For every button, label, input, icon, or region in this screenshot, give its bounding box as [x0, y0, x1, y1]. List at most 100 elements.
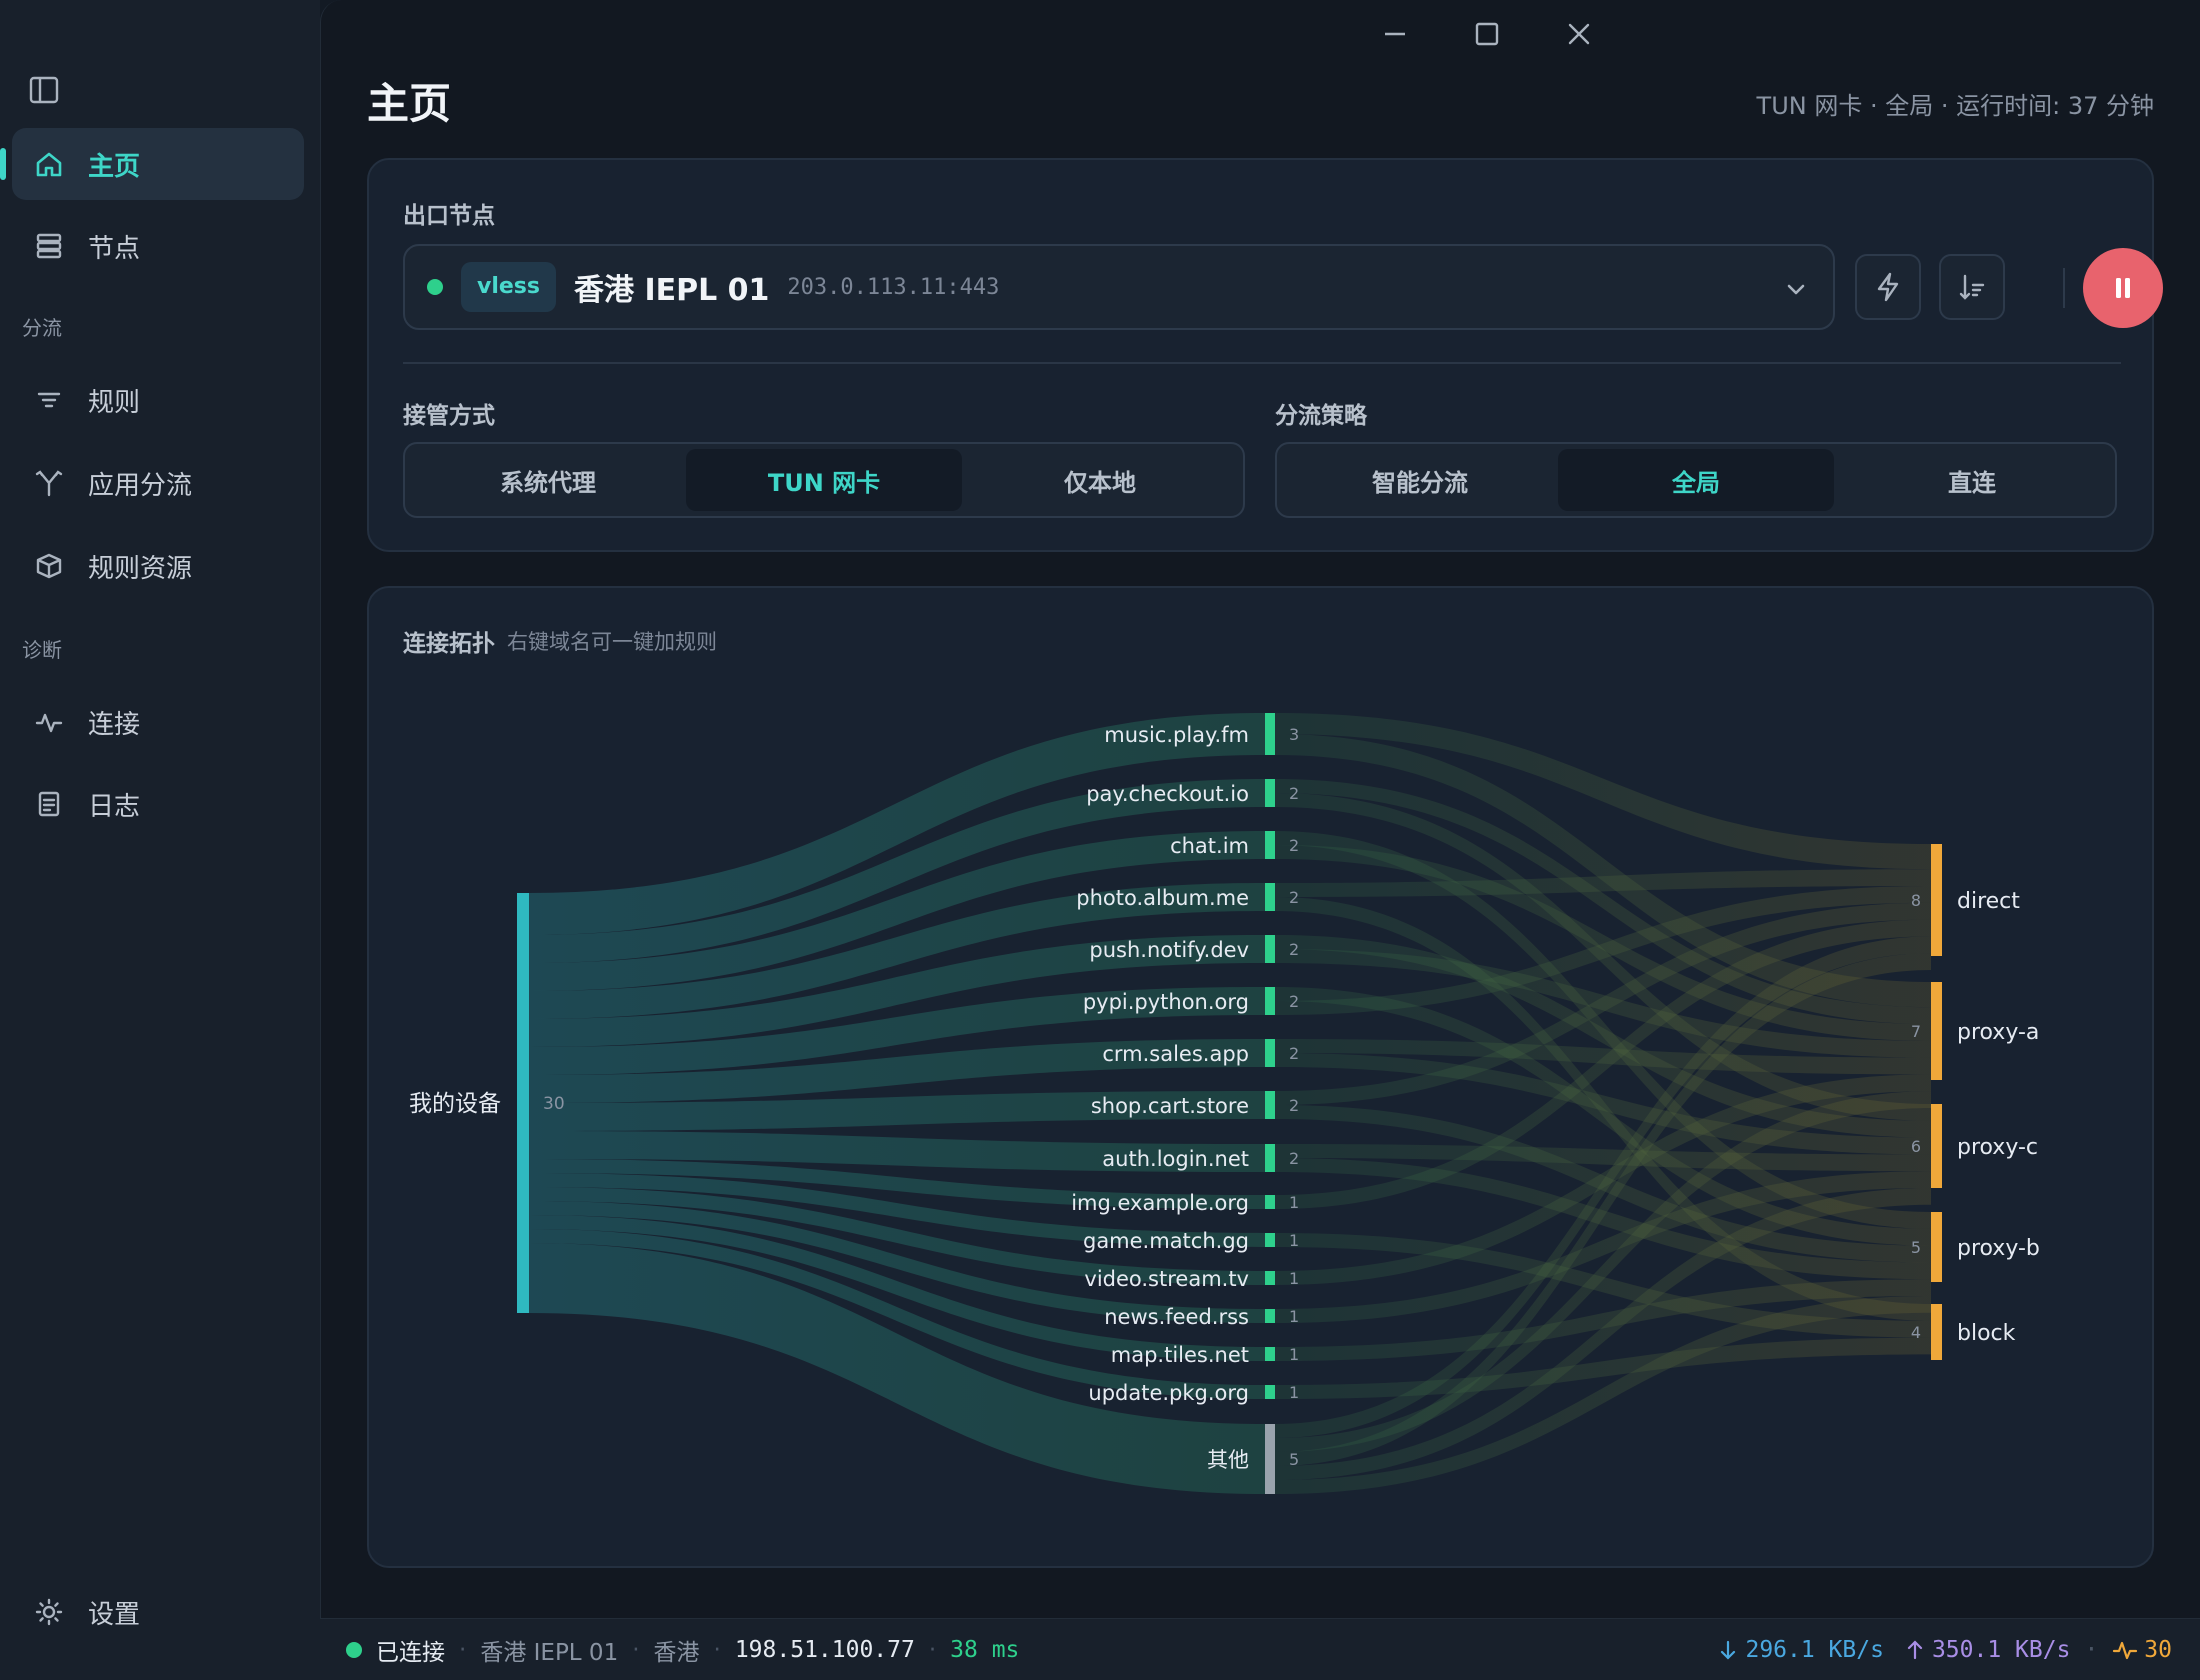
protocol-badge: vless — [461, 262, 556, 312]
sidebar-item-label: 应用分流 — [88, 470, 193, 501]
minimize-icon[interactable] — [1375, 14, 1415, 54]
runtime-status: TUN 网卡 · 全局 · 运行时间: 37 分钟 — [1756, 92, 2154, 120]
domain-node-count: 2 — [1289, 992, 1299, 1011]
domain-node-label: img.example.org — [1071, 1191, 1249, 1215]
domain-node-count: 1 — [1289, 1383, 1299, 1402]
pause-icon — [2116, 278, 2130, 298]
sidebar-section-split: 分流 — [22, 316, 62, 340]
domain-node-count: 1 — [1289, 1193, 1299, 1212]
sidebar-item-label: 规则 — [88, 387, 141, 418]
domain-node-label: pypi.python.org — [1083, 990, 1249, 1014]
connection-count: 30 — [2144, 1636, 2172, 1663]
close-icon[interactable] — [1559, 14, 1599, 54]
strategy-option-smart[interactable]: 智能分流 — [1282, 449, 1558, 511]
domain-node-bar — [1265, 1195, 1275, 1209]
server-icon — [36, 233, 62, 259]
takeover-option-system-proxy[interactable]: 系统代理 — [410, 449, 686, 511]
sidebar-item-nodes[interactable]: 节点 — [12, 210, 304, 282]
domain-node-count: 2 — [1289, 1096, 1299, 1115]
domain-node-count: 2 — [1289, 1149, 1299, 1168]
domain-node-label: map.tiles.net — [1111, 1343, 1249, 1367]
target-node-count: 5 — [1911, 1238, 1921, 1257]
sidebar-item-home[interactable]: 主页 — [0, 128, 304, 200]
download-speed: 296.1 KB/s — [1745, 1636, 1884, 1663]
source-node-count: 30 — [543, 1094, 565, 1114]
target-node-label: proxy-c — [1957, 1135, 2038, 1160]
domain-node-count: 3 — [1289, 725, 1299, 744]
separator: · — [713, 1636, 721, 1663]
footer-region: 香港 — [653, 1639, 700, 1666]
sidebar-item-rule-resources[interactable]: 规则资源 — [12, 530, 304, 602]
takeover-segmented: 系统代理 TUN 网卡 仅本地 — [403, 442, 1245, 518]
domain-node-label: game.match.gg — [1083, 1229, 1249, 1253]
domain-node-label: push.notify.dev — [1089, 938, 1249, 962]
separator: · — [928, 1636, 937, 1663]
target-node-count: 4 — [1911, 1323, 1921, 1342]
node-name: 香港 IEPL 01 — [574, 273, 770, 308]
domain-node-bar — [1265, 883, 1275, 911]
latency: 38 ms — [950, 1636, 1020, 1663]
sidebar: 主页 节点 分流 规则 应用分流 规则资源 诊断 连接 日志 设置 — [0, 0, 320, 1680]
sidebar-item-connections[interactable]: 连接 — [12, 686, 304, 758]
exit-node-select[interactable]: vless 香港 IEPL 01 203.0.113.11:443 — [403, 244, 1835, 330]
strategy-label: 分流策略 — [1275, 403, 1367, 429]
separator: · — [2084, 1636, 2099, 1663]
domain-node-label: auth.login.net — [1102, 1147, 1249, 1171]
connection-status-dot — [346, 1641, 362, 1658]
takeover-option-tun[interactable]: TUN 网卡 — [686, 449, 962, 511]
lightning-icon — [1877, 272, 1899, 302]
pause-button[interactable] — [2083, 248, 2163, 328]
connection-status: 已连接 — [376, 1639, 445, 1666]
strategy-option-global[interactable]: 全局 — [1558, 449, 1834, 511]
strategy-option-direct[interactable]: 直连 — [1834, 449, 2110, 511]
domain-node-count: 2 — [1289, 1044, 1299, 1063]
domain-node-count: 2 — [1289, 836, 1299, 855]
sidebar-item-label: 规则资源 — [88, 553, 193, 584]
source-node-bar — [517, 893, 529, 1313]
takeover-option-local[interactable]: 仅本地 — [962, 449, 1238, 511]
settings-label: 设置 — [88, 1599, 141, 1630]
source-node-label: 我的设备 — [409, 1091, 501, 1117]
takeover-label: 接管方式 — [403, 403, 495, 429]
domain-node-bar — [1265, 1271, 1275, 1285]
sidebar-item-label: 连接 — [88, 709, 141, 740]
target-node-bar — [1931, 982, 1942, 1080]
domain-node-bar — [1265, 779, 1275, 807]
sidebar-item-settings[interactable]: 设置 — [12, 1576, 304, 1648]
domain-node-label: crm.sales.app — [1102, 1042, 1249, 1066]
domain-node-count: 2 — [1289, 784, 1299, 803]
domain-node-bar — [1265, 1091, 1275, 1119]
domain-node-count: 2 — [1289, 888, 1299, 907]
sidebar-item-label: 节点 — [88, 233, 141, 264]
domain-node-bar — [1265, 935, 1275, 963]
domain-node-count: 2 — [1289, 940, 1299, 959]
sankey-diagram: 我的设备 30 music.play.fm 3 pay.checkout.io 2 chat… — [409, 713, 2040, 1494]
target-node-count: 6 — [1911, 1137, 1921, 1156]
target-node-bar — [1931, 1104, 1942, 1188]
domain-node-bar — [1265, 1309, 1275, 1323]
domain-node-bar — [1265, 1039, 1275, 1067]
maximize-icon[interactable] — [1467, 14, 1507, 54]
sidebar-item-rules[interactable]: 规则 — [12, 364, 304, 436]
topology-card: 连接拓扑 右键域名可一键加规则 我的设备 30 music.play.fm 3 pay.… — [367, 586, 2154, 1568]
domain-node-count: 5 — [1289, 1450, 1299, 1469]
chevron-down-icon — [1787, 284, 1805, 295]
box-icon — [36, 553, 62, 579]
arrow-up-icon — [1907, 1639, 1923, 1659]
gear-icon — [35, 1598, 63, 1626]
home-icon — [36, 152, 62, 177]
activity-icon — [35, 713, 63, 733]
sort-button[interactable] — [1939, 254, 2005, 320]
target-node-count: 8 — [1911, 891, 1921, 910]
domain-node-label: chat.im — [1170, 834, 1249, 858]
sidebar-item-label: 主页 — [88, 151, 141, 182]
sidebar-item-app-split[interactable]: 应用分流 — [12, 447, 304, 519]
main-panel: 主页 TUN 网卡 · 全局 · 运行时间: 37 分钟 出口节点 vless … — [320, 0, 2200, 1618]
sidebar-item-logs[interactable]: 日志 — [12, 768, 304, 840]
speed-test-button[interactable] — [1855, 254, 1921, 320]
footer-node-name: 香港 IEPL 01 — [480, 1639, 619, 1666]
sidebar-item-label: 日志 — [88, 791, 141, 822]
divider — [403, 362, 2121, 364]
target-node-label: proxy-a — [1957, 1020, 2039, 1045]
sidebar-toggle-icon[interactable] — [28, 74, 60, 106]
